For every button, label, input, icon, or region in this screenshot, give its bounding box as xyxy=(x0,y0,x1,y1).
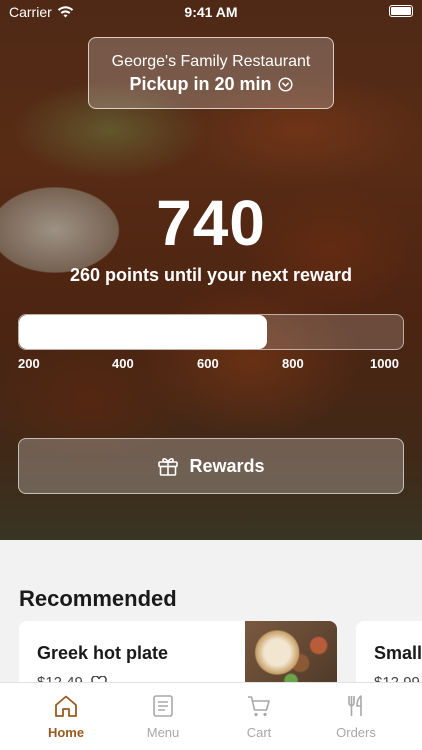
tab-menu[interactable]: Menu xyxy=(123,693,203,740)
item-image xyxy=(245,621,337,691)
tab-label: Home xyxy=(47,725,85,740)
progress-tick: 400 xyxy=(112,356,134,371)
tab-orders[interactable]: Orders xyxy=(316,693,396,740)
progress-tick: 800 xyxy=(282,356,304,371)
recommended-item-card[interactable]: Greek hot plate $12.49 xyxy=(19,621,337,691)
rewards-button-label: Rewards xyxy=(189,455,265,476)
menu-icon xyxy=(153,695,173,717)
tab-cart[interactable]: Cart xyxy=(219,693,299,740)
tab-label: Orders xyxy=(336,725,376,740)
pickup-time: Pickup in 20 min xyxy=(89,74,333,95)
rewards-progress-fill xyxy=(19,315,267,349)
points-total: 740 xyxy=(156,187,266,259)
pickup-label: Pickup in 20 min xyxy=(129,74,272,94)
progress-tick: 1000 xyxy=(370,356,399,371)
recommended-item-card[interactable]: Small $12.99 xyxy=(356,621,422,691)
status-bar: Carrier 9:41 AM xyxy=(0,0,422,24)
tab-bar: Home Menu Cart Orders xyxy=(0,682,422,750)
store-selector-button[interactable]: George's Family Restaurant Pickup in 20 … xyxy=(88,37,334,109)
store-name: George's Family Restaurant xyxy=(111,53,311,70)
progress-tick: 200 xyxy=(18,356,40,371)
rewards-button[interactable]: Rewards xyxy=(18,438,404,494)
tab-label: Menu xyxy=(146,725,180,740)
cart-icon xyxy=(248,696,270,717)
battery-icon xyxy=(389,5,413,17)
progress-tick: 600 xyxy=(197,356,219,371)
points-until-reward: 260 points until your next reward xyxy=(69,265,353,285)
tab-label: Cart xyxy=(246,725,272,740)
item-name: Small xyxy=(374,643,422,663)
chevron-down-circle-icon xyxy=(277,77,293,92)
recommended-heading: Recommended xyxy=(19,586,177,611)
home-icon xyxy=(55,695,77,717)
tab-home[interactable]: Home xyxy=(26,693,106,740)
status-time: 9:41 AM xyxy=(184,4,238,20)
gift-icon xyxy=(158,458,179,476)
item-name: Greek hot plate xyxy=(37,643,169,663)
rewards-progress-bar xyxy=(18,314,404,350)
orders-icon xyxy=(348,695,362,716)
